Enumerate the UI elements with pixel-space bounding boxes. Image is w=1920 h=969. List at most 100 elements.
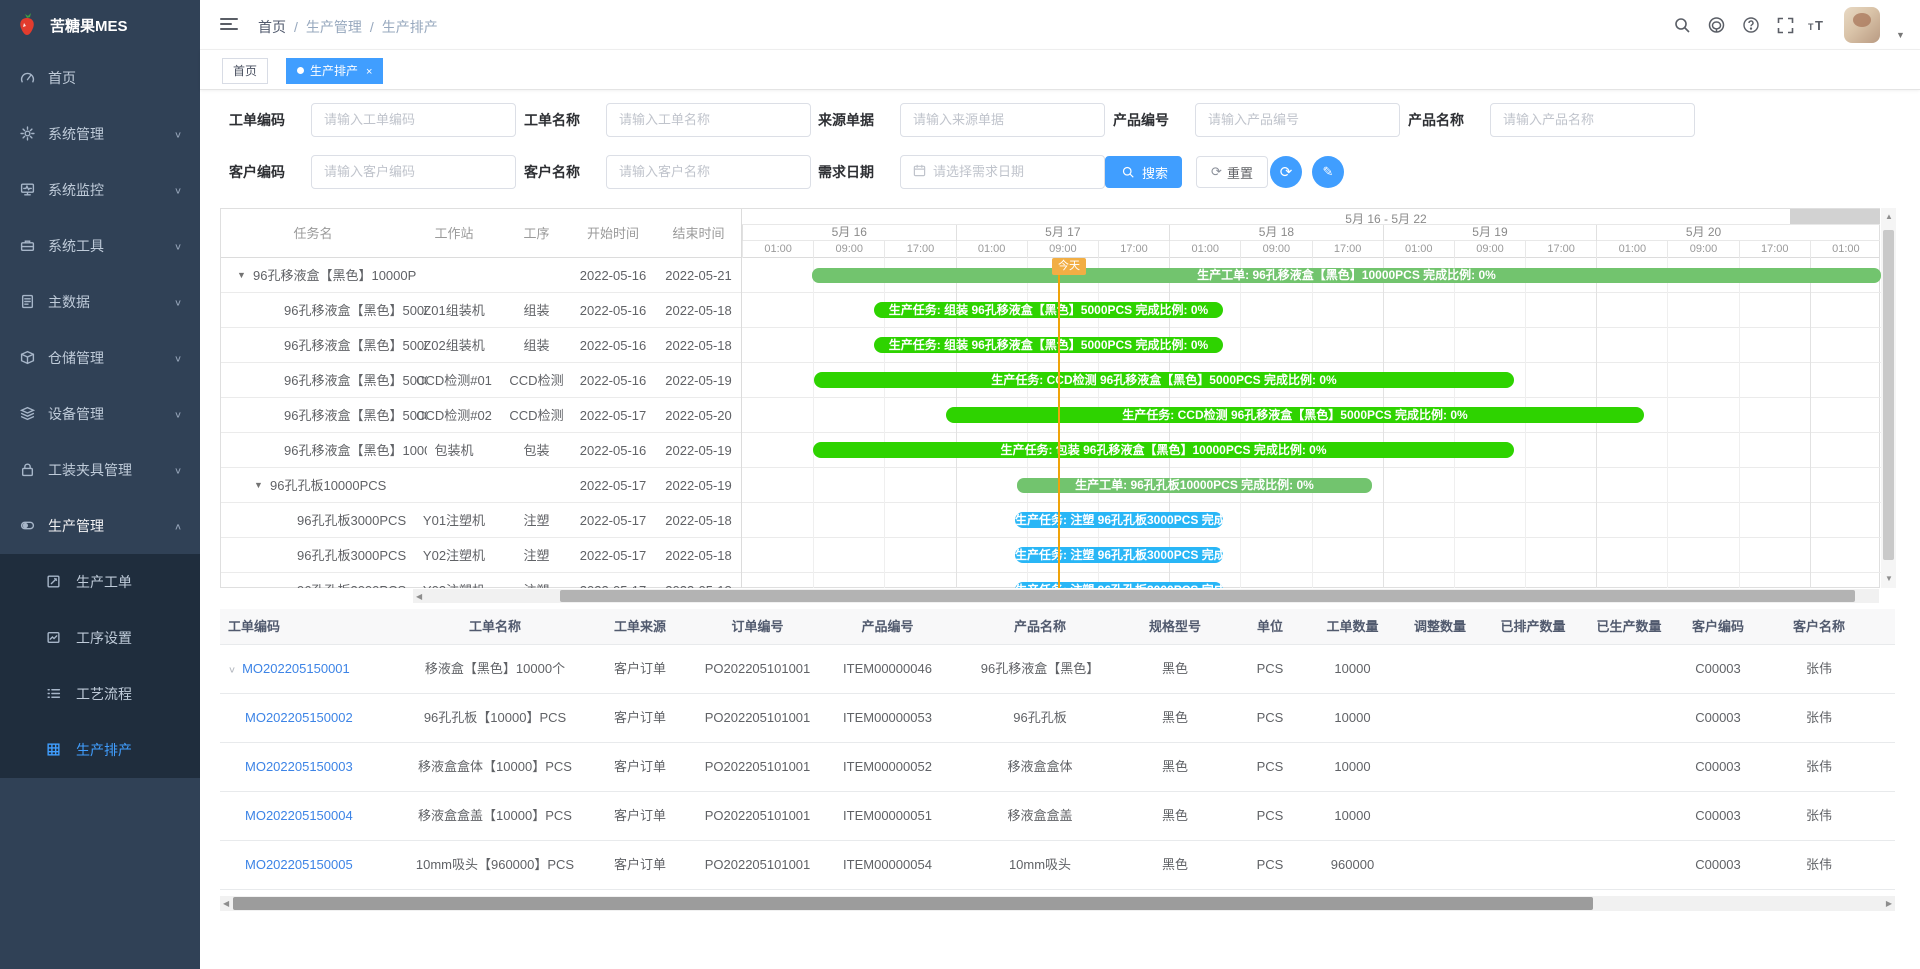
filter-input-来源单据[interactable]: 请输入来源单据 xyxy=(900,103,1105,137)
tab-close-icon[interactable]: × xyxy=(366,66,372,78)
table-horizontal-scrollbar[interactable]: ◀ ▶ xyxy=(220,896,1895,911)
placeholder-text: 请选择需求日期 xyxy=(933,164,1024,179)
table-cell: 客户订单 xyxy=(580,743,700,791)
task-end-time: 2022-05-19 xyxy=(656,468,741,503)
github-icon[interactable] xyxy=(1704,13,1728,37)
fullscreen-icon[interactable] xyxy=(1773,13,1797,37)
filter-input-产品名称[interactable]: 请输入产品名称 xyxy=(1490,103,1695,137)
task-station: Y03注塑机 xyxy=(405,573,503,588)
reset-button[interactable]: ⟳重置 xyxy=(1196,156,1268,188)
task-end-time: 2022-05-19 xyxy=(656,433,741,468)
work-order-link[interactable]: MO202205150003 xyxy=(245,759,353,774)
filter-input-客户名称[interactable]: 请输入客户名称 xyxy=(606,155,811,189)
sidebar-item-equipment-mgmt[interactable]: 设备管理∨ xyxy=(0,386,200,442)
sidebar-item-fixture-mgmt[interactable]: 工装夹具管理∨ xyxy=(0,442,200,498)
gantt-hscroll-thumb[interactable] xyxy=(560,590,1855,602)
chevron-down-icon: ∨ xyxy=(174,465,182,475)
gantt-hour-label: 17:00 xyxy=(1739,241,1810,258)
work-order-link[interactable]: MO202205150001 xyxy=(242,661,350,676)
table-cell: 202 xyxy=(1879,694,1895,742)
gantt-task-bar[interactable]: 生产任务: CCD检测 96孔移液盒【黑色】5000PCS 完成比例: 0% xyxy=(814,372,1514,388)
sidebar-item-home[interactable]: 首页 xyxy=(0,50,200,106)
sidebar-item-production-mgmt[interactable]: 生产管理∧ xyxy=(0,498,200,554)
table-header-row: 工单编码工单名称工单来源订单编号产品编号产品名称规格型号单位工单数量调整数量已排… xyxy=(220,609,1895,645)
gantt-vertical-scrollbar[interactable]: ▲ ▼ xyxy=(1881,208,1896,588)
chevron-down-icon[interactable]: ∨ xyxy=(228,651,236,689)
work-order-link[interactable]: MO202205150002 xyxy=(245,710,353,725)
sidebar-item-warehouse-mgmt[interactable]: 仓储管理∨ xyxy=(0,330,200,386)
table-body: ∨MO202205150001移液盒【黑色】10000个客户订单PO202205… xyxy=(220,645,1895,890)
gantt-task-bar[interactable]: 生产任务: 组装 96孔移液盒【黑色】5000PCS 完成比例: 0% xyxy=(874,302,1223,318)
sidebar-subitem-process-setting[interactable]: 工序设置 xyxy=(0,610,200,666)
today-marker-label: 今天 xyxy=(1052,258,1086,275)
scroll-left-icon[interactable]: ◀ xyxy=(416,592,422,601)
table-cell: PO202205101001 xyxy=(700,645,815,693)
scroll-left-icon[interactable]: ◀ xyxy=(223,899,229,908)
layers-icon xyxy=(20,406,36,422)
gantt-horizontal-scrollbar[interactable]: ◀ xyxy=(413,589,1879,603)
gantt-task-bar[interactable]: 生产任务: 注塑 96孔孔板3000PCS 完成 xyxy=(1015,512,1223,528)
table-hscroll-thumb[interactable] xyxy=(233,897,1593,910)
expand-triangle-icon[interactable]: ▼ xyxy=(254,468,263,503)
tab-生产排产[interactable]: 生产排产 × xyxy=(286,58,383,84)
breadcrumb-item[interactable]: 生产管理 xyxy=(306,19,362,35)
scroll-up-icon[interactable]: ▲ xyxy=(1885,212,1893,221)
sidebar-subitem-process-flow[interactable]: 工艺流程 xyxy=(0,666,200,722)
tab-首页[interactable]: 首页 xyxy=(222,58,268,84)
search-button[interactable]: 搜索 xyxy=(1105,156,1182,188)
sidebar-item-system-mgmt[interactable]: 系统管理∨ xyxy=(0,106,200,162)
work-order-link[interactable]: MO202205150005 xyxy=(245,857,353,872)
gantt-vscroll-thumb[interactable] xyxy=(1883,230,1894,560)
breadcrumb-item[interactable]: 首页 xyxy=(258,19,286,35)
sidebar-item-master-data[interactable]: 主数据∨ xyxy=(0,274,200,330)
app-logo[interactable]: 苦糖果MES xyxy=(0,0,200,50)
gantt-task-bar[interactable]: 生产任务: 组装 96孔移液盒【黑色】5000PCS 完成比例: 0% xyxy=(874,337,1223,353)
svg-text:T: T xyxy=(1808,22,1814,32)
scroll-down-icon[interactable]: ▼ xyxy=(1885,574,1893,583)
expand-triangle-icon[interactable]: ▼ xyxy=(237,258,246,293)
gantt-gridline xyxy=(1596,258,1597,588)
avatar[interactable] xyxy=(1844,7,1880,43)
table-column-客户名称: 客户名称 xyxy=(1759,609,1879,644)
help-icon[interactable] xyxy=(1739,13,1763,37)
caret-down-icon[interactable]: ▼ xyxy=(1896,30,1905,40)
search-icon[interactable] xyxy=(1670,13,1694,37)
filter-input-工单名称[interactable]: 请输入工单名称 xyxy=(606,103,811,137)
warehouse-icon xyxy=(20,350,36,366)
filter-input-工单编码[interactable]: 请输入工单编码 xyxy=(311,103,516,137)
today-marker-line xyxy=(1058,258,1060,588)
font-size-icon[interactable]: TT xyxy=(1806,13,1830,37)
table-cell: 96孔孔板【10000】PCS xyxy=(410,694,580,742)
table-cell: C00003 xyxy=(1677,694,1759,742)
filter-label-产品编号: 产品编号 xyxy=(1113,103,1169,137)
sidebar-toggle-icon[interactable] xyxy=(220,15,238,33)
sidebar-subitem-production-schedule[interactable]: 生产排产 xyxy=(0,722,200,778)
work-order-link[interactable]: MO202205150004 xyxy=(245,808,353,823)
gantt-task-bar[interactable]: 生产任务: 包装 96孔移液盒【黑色】10000PCS 完成比例: 0% xyxy=(813,442,1514,458)
table-cell: ITEM00000054 xyxy=(815,841,960,889)
table-column-工单数量: 工单数量 xyxy=(1310,609,1395,644)
filter-input-产品编号[interactable]: 请输入产品编号 xyxy=(1195,103,1400,137)
edit-button[interactable]: ✎ xyxy=(1312,156,1344,188)
gantt-chart-area: 生产工单: 96孔移液盒【黑色】10000PCS 完成比例: 0% 生产任务: 组… xyxy=(741,258,1880,588)
task-end-time: 2022-05-18 xyxy=(656,293,741,328)
gantt-workorder-bar[interactable]: 生产工单: 96孔孔板10000PCS 完成比例: 0% xyxy=(1017,478,1372,493)
tab-label: 生产排产 xyxy=(310,64,358,78)
sidebar-subitem-production-order[interactable]: 生产工单 xyxy=(0,554,200,610)
chevron-down-icon: ∨ xyxy=(174,297,182,307)
gantt-task-bar[interactable]: 生产任务: CCD检测 96孔移液盒【黑色】5000PCS 完成比例: 0% xyxy=(946,407,1644,423)
refresh-gantt-button[interactable]: ⟳ xyxy=(1270,156,1302,188)
gantt-workorder-bar[interactable]: 生产工单: 96孔移液盒【黑色】10000PCS 完成比例: 0% xyxy=(812,268,1881,283)
gantt-task-bar[interactable]: 生产任务: 注塑 96孔孔板3000PCS 完成 xyxy=(1015,582,1223,588)
sidebar-item-system-tools[interactable]: 系统工具∨ xyxy=(0,218,200,274)
table-column-需求日期: 需求日期 xyxy=(1879,609,1895,644)
gantt-task-bar[interactable]: 生产任务: 注塑 96孔孔板3000PCS 完成 xyxy=(1015,547,1223,563)
table-cell xyxy=(1581,841,1677,889)
filter-input-需求日期[interactable]: 请选择需求日期 xyxy=(900,155,1105,189)
sidebar-item-system-monitor[interactable]: 系统监控∨ xyxy=(0,162,200,218)
filter-input-客户编码[interactable]: 请输入客户编码 xyxy=(311,155,516,189)
scroll-right-icon[interactable]: ▶ xyxy=(1886,899,1892,908)
placeholder-text: 请输入产品名称 xyxy=(1503,112,1594,127)
sidebar-submenu: 生产工单工序设置工艺流程生产排产 xyxy=(0,554,200,778)
gantt-hour-label: 17:00 xyxy=(1098,241,1169,258)
